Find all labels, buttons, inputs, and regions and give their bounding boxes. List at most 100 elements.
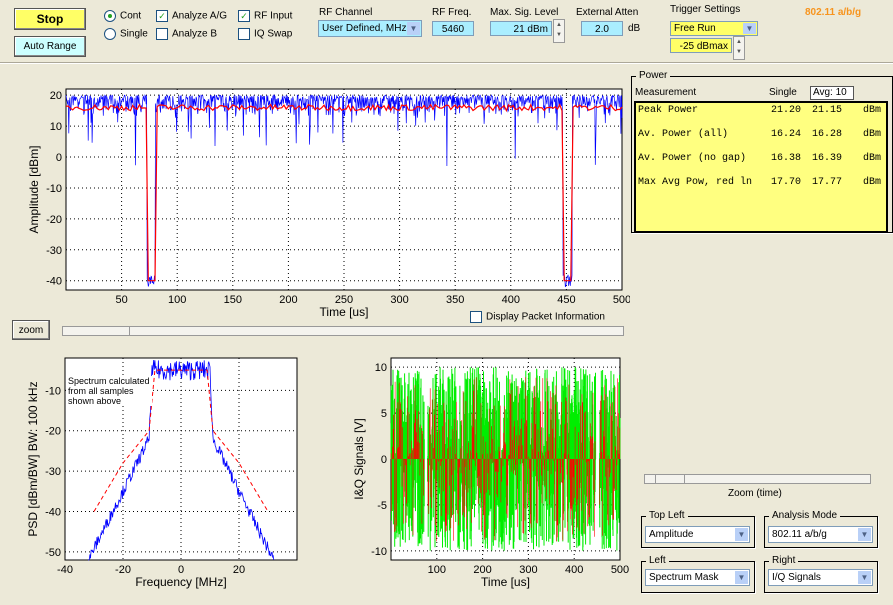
analysis-mode-value: 802.11 a/b/g [772, 529, 827, 540]
y-tick-label: 0 [381, 454, 387, 466]
power-unit: dBm [863, 105, 882, 116]
max-sig-label: Max. Sig. Level [490, 7, 559, 18]
rf-input-checkbox[interactable]: ✓ RF Input [238, 10, 292, 22]
single-label: Single [120, 28, 148, 40]
max-sig-input[interactable]: 21 dBm [490, 21, 552, 36]
x-tick-label: 100 [168, 294, 186, 306]
analyze-b-checkbox[interactable]: Analyze B [156, 28, 217, 40]
x-tick-label: 500 [613, 294, 630, 306]
power-name: Peak Power [638, 105, 699, 116]
power-single: 16.38 [771, 153, 802, 164]
x-axis-label: Frequency [MHz] [135, 575, 226, 589]
y-axis-label: PSD [dBm/BW] BW: 100 kHz [26, 381, 40, 536]
rf-freq-input[interactable]: 5460 [432, 21, 474, 36]
col-measurement: Measurement [635, 87, 697, 98]
single-radio[interactable]: Single [104, 28, 148, 40]
power-name: Av. Power (all) [638, 129, 729, 140]
right-label: Right [769, 555, 799, 566]
analysis-mode-group: Analysis Mode 802.11 a/b/g ▼ [764, 510, 878, 548]
x-tick-label: 150 [224, 294, 242, 306]
x-tick-label: 50 [115, 294, 127, 306]
trigger-label: Trigger Settings [670, 4, 741, 15]
right-group: Right I/Q Signals ▼ [764, 555, 878, 593]
x-tick-label: 300 [390, 294, 408, 306]
trigger-mode-value: Free Run [674, 23, 716, 34]
ext-atten-unit: dB [628, 23, 641, 34]
zoom-button[interactable]: zoom [12, 320, 50, 340]
x-tick-label: 350 [446, 294, 464, 306]
power-row: Av. Power (no gap) 16.38 16.39 dBm [638, 153, 883, 165]
x-tick-label: -40 [57, 564, 73, 576]
avg-count-input[interactable]: Avg: 10 [810, 86, 854, 100]
y-tick-label: -30 [46, 245, 62, 257]
scroll-thumb[interactable] [123, 327, 130, 335]
iq-swap-label: IQ Swap [254, 28, 293, 40]
left-select[interactable]: Spectrum Mask ▼ [645, 569, 750, 586]
power-title: Power [636, 70, 671, 81]
trigger-mode-select[interactable]: Free Run ▼ [670, 21, 758, 36]
analyze-ag-checkbox[interactable]: ✓ Analyze A/G [156, 10, 227, 22]
col-single: Single [769, 87, 797, 98]
stop-button[interactable]: Stop [14, 8, 86, 30]
y-tick-label: -40 [45, 507, 61, 519]
checkbox-icon [156, 28, 168, 40]
y-tick-label: -50 [45, 547, 61, 559]
power-single: 16.24 [771, 129, 802, 140]
left-group: Left Spectrum Mask ▼ [641, 555, 755, 593]
analyze-b-label: Analyze B [172, 28, 218, 40]
left-value: Spectrum Mask [649, 572, 719, 583]
display-packet-label: Display Packet Information [486, 311, 605, 323]
ext-atten-input[interactable]: 2.0 [581, 21, 623, 36]
radio-icon [104, 10, 116, 22]
analysis-mode-select[interactable]: 802.11 a/b/g ▼ [768, 526, 873, 543]
power-avg: 16.28 [812, 129, 843, 140]
rf-channel-select[interactable]: User Defined, MHz: ▼ [318, 20, 422, 37]
max-sig-spinner[interactable]: ▲ ▼ [553, 19, 565, 43]
x-tick-label: 450 [557, 294, 575, 306]
checkbox-icon [238, 28, 250, 40]
cont-label: Cont [120, 10, 142, 22]
x-tick-label: 200 [279, 294, 297, 306]
spectrum-chart: -40 -20 0 20-10-20-30-40-50Frequency [MHz]P… [26, 357, 298, 589]
y-axis-label: Amplitude [dBm] [27, 145, 41, 233]
y-axis-label: I&Q Signals [V] [352, 418, 366, 499]
x-tick-label: 500 [611, 564, 629, 576]
check-icon: ✓ [156, 10, 168, 22]
power-avg: 21.15 [812, 105, 843, 116]
right-select[interactable]: I/Q Signals ▼ [768, 569, 873, 586]
power-name: Av. Power (no gap) [638, 153, 747, 164]
y-tick-label: -40 [46, 276, 62, 288]
trigger-level-input[interactable]: -25 dBmax [670, 38, 732, 53]
power-row: Peak Power 21.20 21.15 dBm [638, 105, 883, 117]
y-tick-label: 10 [50, 121, 62, 133]
iq-swap-checkbox[interactable]: IQ Swap [238, 28, 292, 40]
x-tick-label: 100 [428, 564, 446, 576]
display-packet-checkbox[interactable]: Display Packet Information [470, 311, 605, 323]
time-scrollbar[interactable] [62, 326, 624, 336]
rf-input-label: RF Input [254, 10, 293, 22]
power-row: Max Avg Pow, red ln 17.70 17.77 dBm [638, 177, 883, 189]
y-tick-label: -20 [46, 214, 62, 226]
power-row: Av. Power (all) 16.24 16.28 dBm [638, 129, 883, 141]
x-tick-label: 20 [233, 564, 245, 576]
trigger-level-spinner[interactable]: ▲ ▼ [733, 36, 745, 60]
auto-range-button[interactable]: Auto Range [14, 36, 86, 57]
analysis-mode-label: Analysis Mode [769, 510, 841, 521]
slider-thumb[interactable] [655, 475, 685, 483]
power-name: Max Avg Pow, red ln [638, 177, 753, 188]
y-tick-label: -10 [45, 385, 61, 397]
x-tick-label: 400 [565, 564, 583, 576]
rf-channel-value: User Defined, MHz: [322, 23, 410, 34]
top-left-group: Top Left Amplitude ▼ [641, 510, 755, 548]
spectrum-annotation: Spectrum calculated from all samples sho… [68, 376, 152, 406]
x-axis-label: Time [us] [320, 305, 369, 319]
top-left-select[interactable]: Amplitude ▼ [645, 526, 750, 543]
right-value: I/Q Signals [772, 572, 821, 583]
y-tick-label: 0 [56, 152, 62, 164]
left-label: Left [646, 555, 669, 566]
cont-radio[interactable]: Cont [104, 10, 141, 22]
y-tick-label: -10 [371, 546, 387, 558]
x-tick-label: 400 [502, 294, 520, 306]
power-single: 21.20 [771, 105, 802, 116]
zoom-time-slider[interactable] [644, 474, 871, 484]
